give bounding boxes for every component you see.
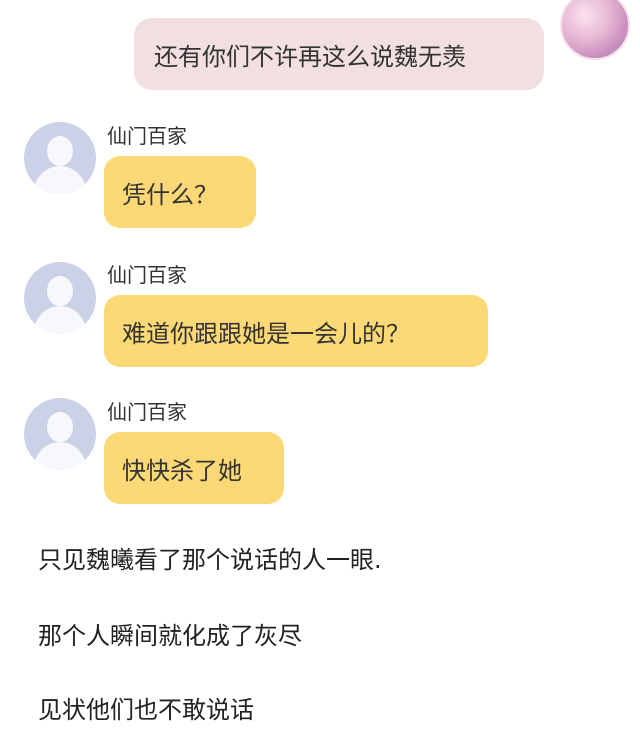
avatar-head-shape [47,412,73,442]
incoming-message-bubble[interactable]: 凭什么？ [104,156,256,228]
outgoing-message-text: 还有你们不许再这么说魏无羡 [154,42,466,71]
avatar-head-shape [47,276,73,306]
sender-avatar[interactable] [24,262,96,334]
narration-line: 见状他们也不敢说话 [38,696,254,724]
narration-line: 只见魏曦看了那个说话的人一眼. [38,546,382,574]
sender-avatar[interactable] [24,122,96,194]
incoming-message-bubble[interactable]: 快快杀了她 [104,432,284,504]
avatar-body-shape [34,166,86,194]
narration-line: 那个人瞬间就化成了灰尽 [38,622,302,650]
sender-name: 仙门百家 [107,400,187,424]
avatar-head-shape [47,136,73,166]
sender-name: 仙门百家 [107,263,187,287]
sender-avatar[interactable] [24,398,96,470]
my-avatar[interactable] [560,0,630,60]
avatar-body-shape [34,306,86,334]
avatar-body-shape [34,442,86,470]
incoming-message-bubble[interactable]: 难道你跟跟她是一会儿的？ [104,295,488,367]
incoming-message-text: 快快杀了她 [122,456,242,485]
incoming-message-text: 凭什么？ [122,180,218,209]
outgoing-message-bubble[interactable]: 还有你们不许再这么说魏无羡 [134,18,544,90]
incoming-message-text: 难道你跟跟她是一会儿的？ [122,319,410,348]
sender-name: 仙门百家 [107,124,187,148]
